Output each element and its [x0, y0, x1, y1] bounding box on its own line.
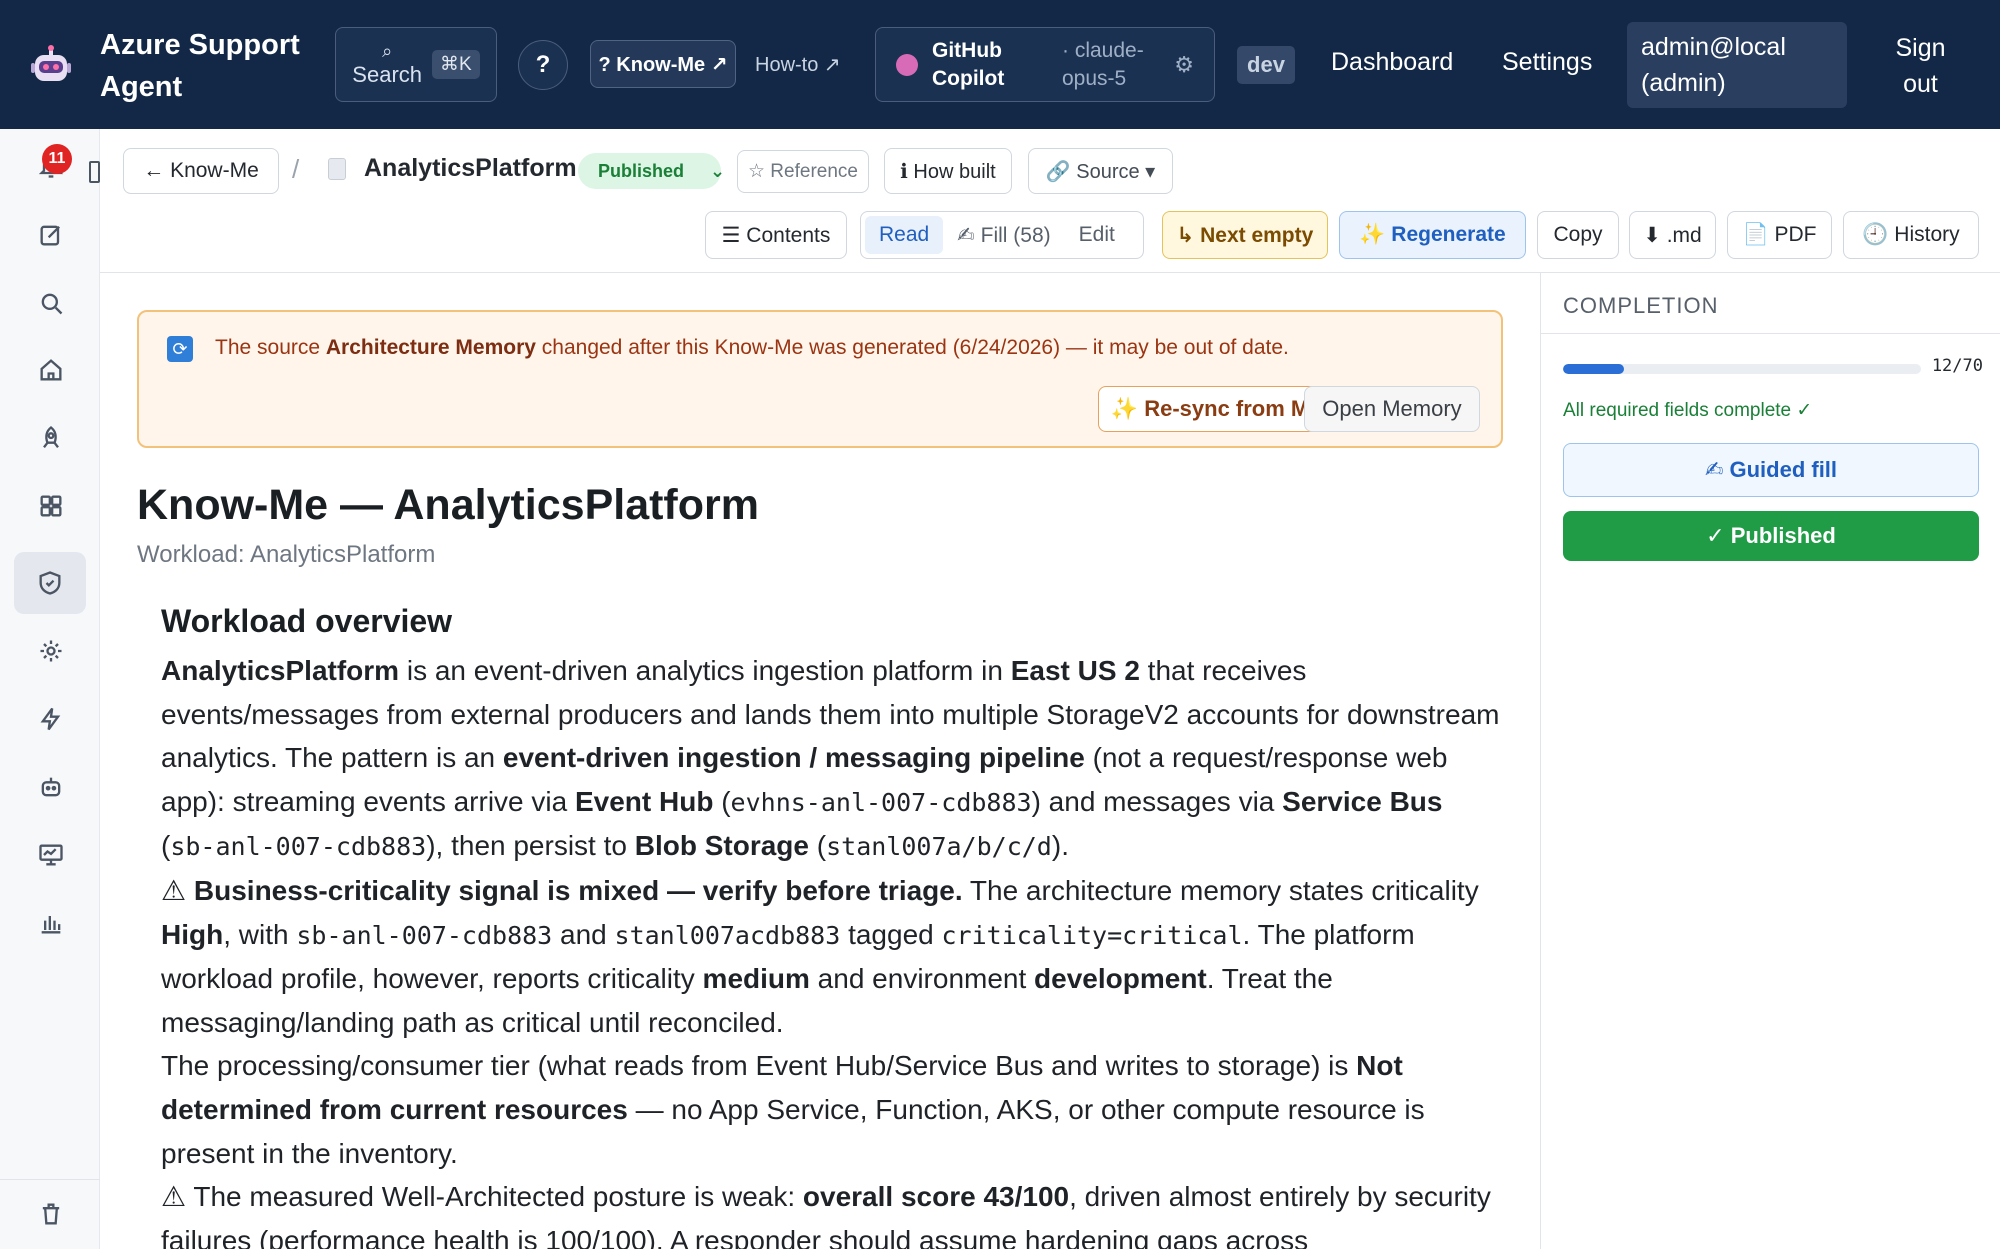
completion-progress-fill	[1563, 364, 1625, 374]
env-badge: dev	[1237, 46, 1295, 84]
download-md-button[interactable]: ⬇ .md	[1629, 211, 1716, 259]
home-icon[interactable]	[24, 343, 78, 397]
brand[interactable]: Azure Support Agent	[30, 24, 320, 108]
pdf-button[interactable]: 📄 PDF	[1727, 211, 1832, 259]
app-name: Azure Support Agent	[100, 29, 300, 103]
trash-icon[interactable]	[24, 1187, 78, 1241]
copy-button[interactable]: Copy	[1537, 211, 1619, 259]
completion-divider	[1541, 333, 2000, 334]
tab-read[interactable]: Read	[865, 216, 944, 254]
breadcrumb-current: AnalyticsPlatform	[328, 154, 577, 183]
breadcrumb-separator: /	[292, 154, 300, 184]
banner-message: The source Architecture Memory changed a…	[215, 336, 1289, 359]
search-icon[interactable]	[24, 276, 78, 330]
completion-status: All required fields complete ✓	[1563, 400, 1813, 421]
banner-source-name: Architecture Memory	[325, 336, 536, 359]
regenerate-button[interactable]: ✨ Regenerate	[1339, 211, 1526, 259]
completion-title: COMPLETION	[1563, 293, 1719, 318]
robot-logo-icon	[31, 45, 71, 81]
published-button[interactable]: ✓ Published	[1563, 511, 1979, 561]
know-me-link[interactable]: ? Know-Me ↗	[590, 40, 736, 88]
section-body: AnalyticsPlatform is an event-driven ana…	[161, 655, 1500, 1249]
contents-button[interactable]: ☰ Contents	[705, 211, 847, 259]
guided-fill-button[interactable]: ✍ Guided fill	[1563, 443, 1979, 497]
nav-settings[interactable]: Settings	[1502, 48, 1592, 77]
top-bar: Azure Support Agent ⌕ Search ⌘K ? ? Know…	[0, 0, 2000, 129]
tab-edit[interactable]: Edit	[1065, 216, 1129, 254]
search-button[interactable]: ⌕ Search ⌘K	[335, 27, 497, 102]
user-menu[interactable]: admin@local (admin)	[1627, 22, 1847, 108]
status-label: Published	[598, 160, 685, 181]
copilot-selector[interactable]: GitHub Copilot · claude-opus-5 ⚙	[875, 27, 1215, 102]
rail-divider	[0, 1179, 100, 1180]
tab-fill[interactable]: ✍ Fill (58)	[943, 216, 1064, 254]
grid-icon[interactable]	[24, 479, 78, 533]
status-dropdown[interactable]: Published ⌄	[578, 153, 725, 189]
search-shortcut: ⌘K	[432, 50, 480, 79]
search-icon: ⌕	[382, 41, 393, 61]
history-button[interactable]: 🕘 History	[1843, 211, 1979, 259]
stale-source-banner: ⟳ The source Architecture Memory changed…	[137, 310, 1503, 448]
section-heading: Workload overview	[161, 603, 453, 639]
back-button[interactable]: ← Know-Me	[123, 148, 279, 194]
doc-title: AnalyticsPlatform	[364, 154, 577, 182]
chevron-down-icon: ⌄	[710, 160, 726, 181]
source-dropdown[interactable]: 🔗 Source ▾	[1028, 148, 1173, 194]
bot-icon[interactable]	[24, 760, 78, 814]
bar-chart-icon[interactable]	[24, 896, 78, 950]
search-label: Search	[352, 62, 423, 87]
completion-progress-bar	[1563, 364, 1921, 374]
sun-gear-icon[interactable]	[24, 624, 78, 678]
copilot-brain-icon	[896, 53, 918, 76]
document-icon	[328, 157, 346, 180]
reference-button[interactable]: ☆ Reference	[737, 150, 869, 193]
open-memory-button[interactable]: Open Memory	[1304, 386, 1480, 432]
nav-dashboard[interactable]: Dashboard	[1331, 48, 1453, 77]
notification-count-badge: 11	[42, 144, 72, 174]
copilot-name: GitHub Copilot	[932, 38, 1005, 90]
gear-icon[interactable]: ⚙	[1174, 52, 1194, 78]
shield-icon[interactable]	[14, 552, 86, 614]
completion-panel: COMPLETION 12/70 All required fields com…	[1540, 273, 2000, 1249]
view-mode-tabs: Read ✍ Fill (58) Edit	[860, 211, 1144, 259]
completion-count: 12/70	[1931, 356, 1983, 376]
sidebar-toggle-icon[interactable]	[89, 161, 100, 183]
lightning-icon[interactable]	[24, 692, 78, 746]
next-empty-button[interactable]: ↳ Next empty	[1162, 211, 1328, 259]
edit-icon[interactable]	[24, 208, 78, 262]
sync-icon: ⟳	[167, 336, 193, 362]
help-button[interactable]: ?	[518, 40, 568, 90]
left-rail	[0, 129, 100, 1249]
main-content: ⟳ The source Architecture Memory changed…	[100, 273, 1540, 1249]
monitor-icon[interactable]	[24, 828, 78, 882]
how-to-link[interactable]: How-to ↗	[755, 52, 841, 77]
page-subtitle: Workload: AnalyticsPlatform	[137, 541, 436, 568]
copilot-model: · claude-opus-5	[1062, 38, 1144, 90]
rocket-icon[interactable]	[24, 411, 78, 465]
sign-out-link[interactable]: Sign out	[1893, 30, 1948, 102]
how-built-button[interactable]: ℹ How built	[884, 148, 1012, 194]
page-title: Know-Me — AnalyticsPlatform	[137, 481, 759, 529]
